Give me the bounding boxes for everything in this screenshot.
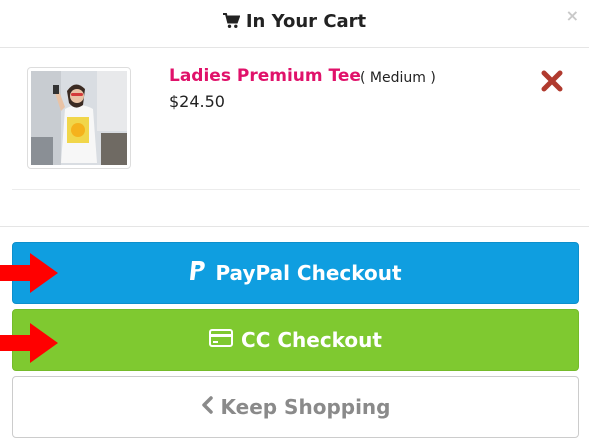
red-arrow-icon [0, 323, 58, 363]
credit-card-icon [209, 328, 234, 352]
paypal-checkout-label: PayPal Checkout [215, 261, 402, 285]
keep-shopping-button[interactable]: Keep Shopping [12, 376, 579, 438]
cart-item: Ladies Premium Tee ( Medium ) $24.50 [12, 49, 580, 190]
paypal-icon [189, 260, 207, 287]
product-thumbnail[interactable] [27, 67, 131, 169]
modal-title-text: In Your Cart [245, 11, 367, 32]
product-variant: ( Medium ) [360, 70, 436, 86]
remove-item-icon[interactable] [540, 69, 564, 93]
product-price: $24.50 [169, 92, 225, 111]
product-photo [31, 71, 127, 165]
keep-shopping-label: Keep Shopping [220, 395, 391, 419]
product-name[interactable]: Ladies Premium Tee [169, 66, 361, 86]
shopping-cart-icon [222, 13, 241, 34]
red-arrow-icon [0, 253, 58, 293]
paypal-checkout-button[interactable]: PayPal Checkout [12, 242, 579, 304]
modal-header: In Your Cart × [0, 0, 589, 48]
cart-modal: In Your Cart × Ladies Premium Tee (Medi… [0, 0, 589, 447]
cc-checkout-label: CC Checkout [241, 328, 382, 352]
section-divider [0, 226, 589, 227]
chevron-left-icon [201, 395, 213, 419]
modal-title: In Your Cart [0, 11, 589, 34]
close-icon[interactable]: × [566, 6, 579, 25]
cc-checkout-button[interactable]: CC Checkout [12, 309, 579, 371]
